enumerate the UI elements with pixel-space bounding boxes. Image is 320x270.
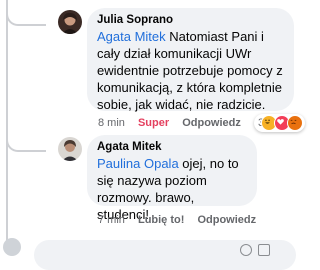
- comment-time[interactable]: 8 min: [98, 116, 125, 130]
- reply-composer: [0, 234, 300, 270]
- reply-button[interactable]: Odpowiedz: [182, 116, 241, 130]
- comment-author[interactable]: Agata Mitek: [97, 140, 247, 155]
- reaction-button[interactable]: Super: [138, 116, 169, 130]
- like-button[interactable]: Lubię to!: [138, 213, 184, 227]
- thread-branch: [6, 10, 46, 26]
- comment-author[interactable]: Julia Soprano: [97, 13, 284, 28]
- thread-branch: [6, 136, 46, 152]
- avatar[interactable]: [58, 137, 82, 161]
- camera-icon[interactable]: [258, 244, 270, 256]
- reactions-summary[interactable]: 3: [254, 114, 306, 132]
- thread-line: [6, 0, 8, 250]
- comment-actions: 8 min Super Odpowiedz: [98, 116, 241, 130]
- comment-time[interactable]: 7 min: [98, 213, 125, 227]
- avatar: [3, 238, 21, 256]
- comment-bubble: Julia Soprano Agata Mitek Natomiast Pani…: [87, 8, 294, 113]
- comment-actions: 7 min Lubię to! Odpowiedz: [98, 213, 256, 227]
- reply-button[interactable]: Odpowiedz: [197, 213, 256, 227]
- mention-link[interactable]: Paulina Opala: [97, 156, 179, 171]
- avatar[interactable]: [58, 10, 82, 34]
- mention-link[interactable]: Agata Mitek: [97, 29, 166, 44]
- reply-input[interactable]: [34, 240, 296, 270]
- comment-text: Agata Mitek Natomiast Pani i cały dział …: [97, 28, 284, 113]
- comment-bubble: Agata Mitek Paulina Opala ojej, no to si…: [87, 135, 257, 222]
- angry-icon: [287, 115, 304, 131]
- emoji-icon[interactable]: [240, 244, 252, 256]
